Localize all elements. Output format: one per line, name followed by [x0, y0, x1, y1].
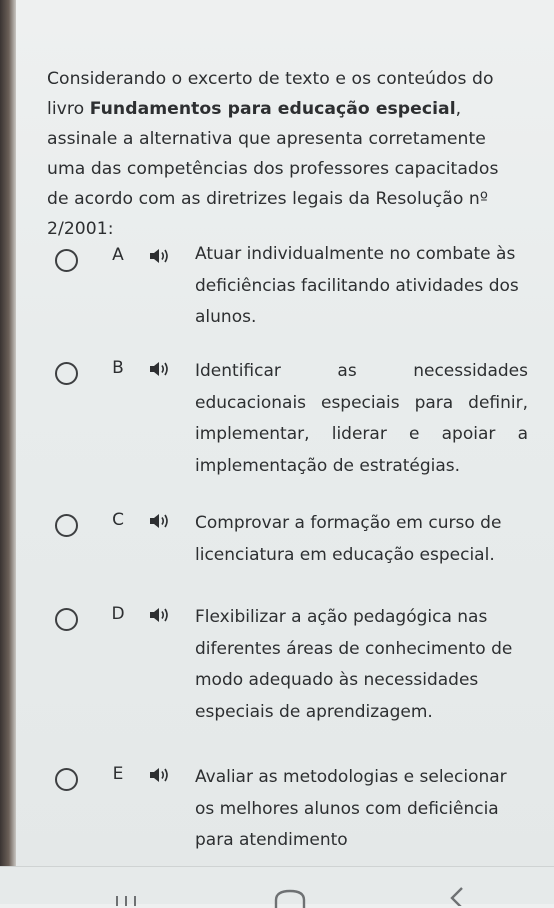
radio-button-b[interactable] — [55, 362, 78, 385]
option-text-a: Atuar individualmente no combate às defi… — [195, 244, 519, 327]
question-book-title: Fundamentos para educação especial — [89, 99, 456, 119]
option-text-b: Identificar as necessidades educacionais… — [195, 361, 528, 476]
radio-button-e[interactable] — [55, 768, 78, 791]
recent-apps-icon[interactable] — [113, 894, 143, 906]
option-letter-d: D — [111, 604, 125, 624]
speaker-icon[interactable] — [148, 512, 170, 530]
option-letter-c: C — [112, 510, 124, 530]
speaker-icon[interactable] — [148, 247, 170, 265]
option-letter-b: B — [112, 358, 124, 378]
radio-button-d[interactable] — [55, 608, 78, 631]
edge-strip — [0, 0, 16, 904]
home-icon[interactable] — [273, 888, 307, 908]
back-icon[interactable] — [440, 886, 470, 906]
radio-button-c[interactable] — [55, 514, 78, 537]
option-text-d: Flexibilizar a ação pedagógica nas difer… — [195, 607, 513, 722]
speaker-icon[interactable] — [148, 766, 170, 784]
option-text-e: Avaliar as metodologias e selecionar os … — [195, 767, 507, 850]
radio-button-a[interactable] — [55, 249, 78, 272]
option-letter-e: E — [112, 764, 124, 784]
speaker-icon[interactable] — [148, 606, 170, 624]
option-letter-a: A — [112, 245, 124, 265]
speaker-icon[interactable] — [148, 360, 170, 378]
question-text-after: , assinale a alternativa que apresenta c… — [47, 99, 499, 239]
question-text: Considerando o excerto de texto e os con… — [47, 64, 517, 244]
option-text-c: Comprovar a formação em curso de licenci… — [195, 513, 502, 565]
